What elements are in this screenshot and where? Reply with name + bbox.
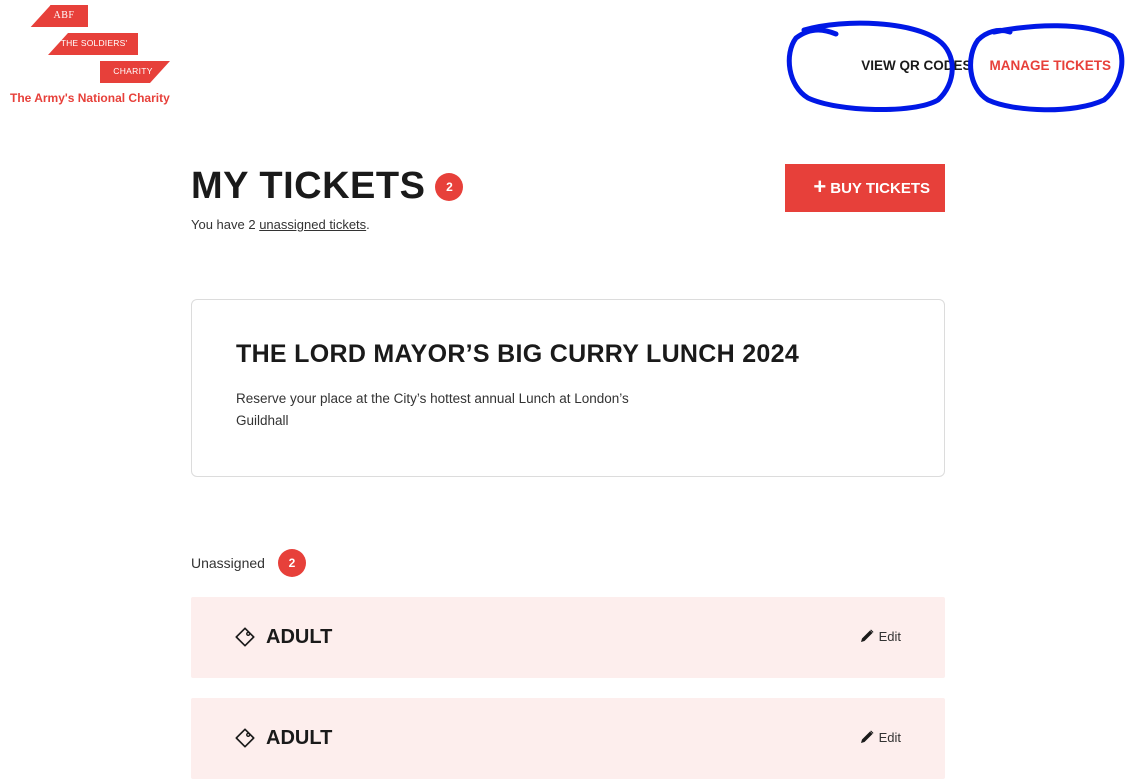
manage-tickets-link[interactable]: MANAGE TICKETS: [990, 58, 1112, 73]
edit-label: Edit: [878, 729, 901, 745]
unassigned-label: Unassigned: [191, 555, 265, 571]
unassigned-count-badge: 2: [277, 549, 306, 577]
ticket-icon: [235, 728, 255, 748]
charity-logo[interactable]: ABF THE SOLDIERS' CHARITY The Army's Nat…: [10, 5, 200, 105]
page-title-group: MY TICKETS 2: [191, 165, 464, 208]
buy-tickets-button[interactable]: + BUY TICKETS: [785, 164, 945, 212]
ticket-row[interactable]: ADULT Edit: [191, 597, 945, 678]
ticket-type: ADULT: [266, 727, 333, 749]
ticket-type: ADULT: [266, 626, 333, 648]
event-title: THE LORD MAYOR’S BIG CURRY LUNCH 2024: [236, 340, 800, 368]
event-card: THE LORD MAYOR’S BIG CURRY LUNCH 2024 Re…: [191, 299, 945, 477]
view-qr-codes-link[interactable]: VIEW QR CODES: [861, 58, 971, 73]
tickets-summary: You have 2 unassigned tickets.: [191, 217, 370, 232]
tickets-summary-suffix: .: [366, 217, 370, 232]
unassigned-tickets-link[interactable]: unassigned tickets: [259, 217, 366, 232]
logo-charity-text: CHARITY: [113, 66, 153, 76]
edit-ticket-button[interactable]: Edit: [859, 628, 901, 644]
main-content: MY TICKETS 2 You have 2 unassigned ticke…: [191, 160, 945, 779]
logo-abf-text: ABF: [53, 10, 75, 21]
edit-ticket-button[interactable]: Edit: [859, 729, 901, 745]
event-description: Reserve your place at the City’s hottest…: [236, 391, 629, 428]
unassigned-heading: Unassigned 2: [191, 549, 306, 577]
logo-soldiers-text: THE SOLDIERS': [60, 38, 128, 48]
ticket-icon: [235, 627, 255, 647]
plus-icon: +: [813, 174, 827, 199]
pencil-icon: [860, 629, 874, 642]
page-header: MY TICKETS 2 You have 2 unassigned ticke…: [191, 160, 945, 240]
tickets-summary-prefix: You have 2: [191, 217, 260, 232]
logo-tagline: The Army's National Charity: [10, 91, 170, 105]
pencil-icon: [860, 730, 874, 743]
ticket-row[interactable]: ADULT Edit: [191, 698, 945, 779]
buy-tickets-label: BUY TICKETS: [830, 179, 930, 197]
page-title: MY TICKETS: [191, 165, 426, 207]
edit-label: Edit: [878, 628, 901, 644]
top-nav: VIEW QR CODES MANAGE TICKETS: [861, 58, 1111, 73]
tickets-count-badge: 2: [435, 172, 464, 201]
